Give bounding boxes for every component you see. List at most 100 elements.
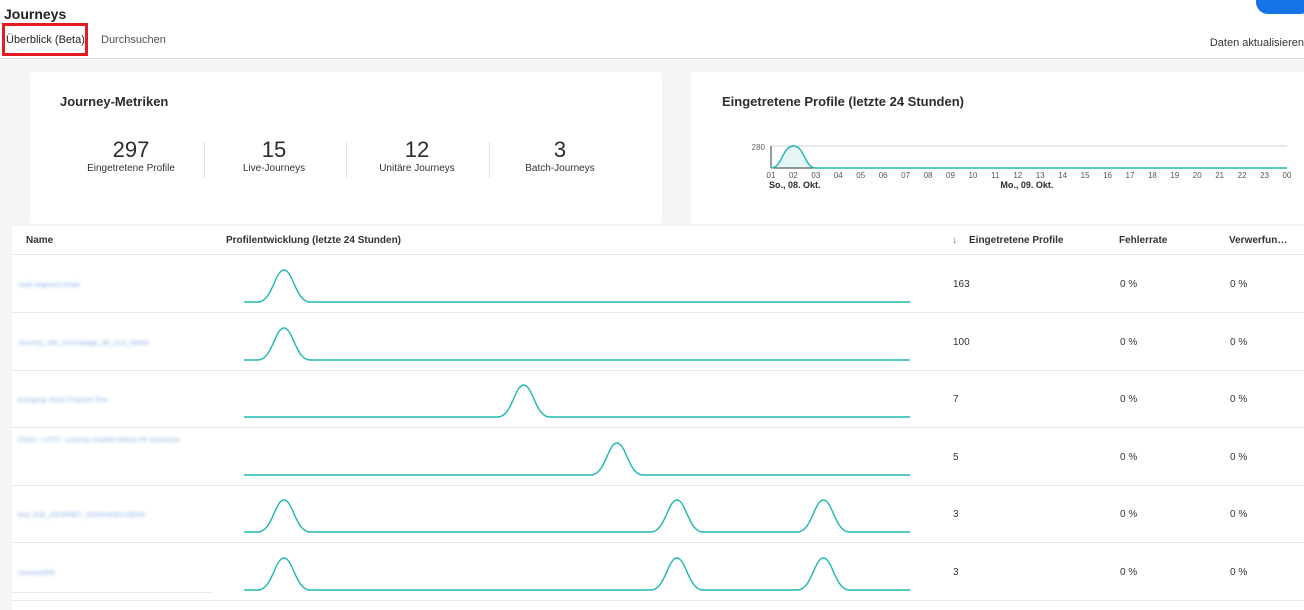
y-tick-label: 280 (752, 143, 766, 152)
error-rate-value: 0 % (1120, 566, 1138, 578)
date-label: Mo., 09. Okt. (1000, 180, 1053, 190)
x-tick-label: 18 (1148, 171, 1157, 180)
profile-trend-sparkline (244, 499, 910, 533)
sparkline-path (244, 269, 910, 303)
table-header: Name Profilentwicklung (letzte 24 Stunde… (12, 226, 1304, 255)
entered-profiles-chart: 280 01 02 03 04 05 06 07 08 09 10 11 12 13 14 15 16 17 18 1… (752, 143, 1291, 190)
x-tick-label: 12 (1013, 171, 1022, 180)
error-rate-value: 0 % (1120, 394, 1138, 405)
journey-name-link[interactable]: test_IGB_JOURNEY_NONHANDLEBAN (18, 509, 208, 523)
x-tick-label: 05 (856, 171, 865, 180)
table-row[interactable]: test_IGB_JOURNEY_NONHANDLEBAN 3 0 % 0 % (12, 485, 1304, 543)
column-header-discard-rate[interactable]: Verwerfun… (1229, 235, 1287, 246)
discard-rate-value: 0 % (1230, 566, 1248, 578)
metric-batch-journeys: 3 Batch-Journeys (489, 138, 631, 175)
journey-name-link[interactable]: Journey006 (18, 567, 208, 581)
column-header-entered-profiles[interactable]: Eingetretene Profile (969, 235, 1063, 246)
metric-label: Eingetretene Profile (87, 163, 175, 174)
journey-metrics-card: Journey-Metriken 297 Eingetretene Profil… (30, 72, 662, 224)
entered-profiles-value: 3 (953, 566, 959, 578)
journey-name-link[interactable]: DiDev - UTPJ - journey created before PF… (18, 434, 208, 448)
x-tick-label: 09 (946, 171, 955, 180)
sparkline-path (244, 441, 910, 476)
x-tick-label: 07 (901, 171, 910, 180)
discard-rate-value: 0 % (1230, 336, 1248, 348)
divider (0, 58, 1304, 59)
x-tick-label: 23 (1260, 171, 1269, 180)
sort-descending-icon[interactable]: ↓ (952, 235, 957, 246)
table-row[interactable]: read segment email 163 0 % 0 % (12, 255, 1304, 313)
metric-entered-profiles: 297 Eingetretene Profile (60, 138, 202, 175)
profile-trend-sparkline (244, 326, 910, 361)
error-rate-value: 0 % (1120, 336, 1138, 348)
table-row[interactable]: DiDev - UTPJ - journey created before PF… (12, 428, 1304, 486)
x-tick-label: 16 (1103, 171, 1112, 180)
divider (12, 592, 212, 593)
profile-trend-sparkline (244, 269, 910, 303)
x-tick-label: 04 (834, 171, 843, 180)
x-tick-label: 02 (789, 171, 798, 180)
top-bar: Journeys Überblick (Beta) Durchsuchen Da… (0, 0, 1304, 60)
metric-label: Live-Journeys (242, 163, 306, 174)
page-title: Journeys (4, 6, 67, 22)
x-tick-label: 15 (1081, 171, 1090, 180)
card-title: Journey-Metriken (60, 94, 169, 109)
x-tick-label: 11 (991, 171, 1000, 180)
entered-profiles-value: 100 (953, 336, 970, 348)
x-tick-label: 14 (1058, 171, 1067, 180)
x-tick-label: 08 (924, 171, 933, 180)
x-tick-label: 20 (1193, 171, 1202, 180)
profile-trend-sparkline (244, 556, 910, 591)
entered-profiles-value: 5 (953, 451, 959, 463)
x-tick-label: 19 (1170, 171, 1179, 180)
column-header-name[interactable]: Name (26, 235, 53, 246)
journey-name-link[interactable]: read segment email (18, 279, 208, 293)
column-header-error-rate[interactable]: Fehlerrate (1119, 235, 1167, 246)
journey-name-link[interactable]: Journey_site_microspage_db_cust_delete (18, 337, 208, 351)
profile-trend-sparkline (244, 441, 910, 476)
x-tick-label: 17 (1126, 171, 1135, 180)
sparkline-path (244, 556, 910, 591)
metric-unitary-journeys: 12 Unitäre Journeys (346, 138, 488, 175)
error-rate-value: 0 % (1120, 451, 1138, 463)
sparkline-path (244, 384, 910, 418)
column-header-trend: Profilentwicklung (letzte 24 Stunden) (226, 235, 402, 246)
date-label: So., 08. Okt. (769, 180, 821, 190)
primary-action-button[interactable] (1256, 0, 1304, 14)
x-tick-label: 06 (879, 171, 888, 180)
card-title: Eingetretene Profile (letzte 24 Stunden) (722, 94, 964, 109)
x-tick-label: 03 (811, 171, 820, 180)
journeys-table: Name Profilentwicklung (letzte 24 Stunde… (12, 226, 1304, 610)
metric-value: 297 (112, 137, 150, 162)
discard-rate-value: 0 % (1230, 451, 1248, 463)
metric-label: Batch-Journeys (525, 163, 595, 174)
table-row[interactable]: escaping: Multi Channel Test 7 0 % 0 % (12, 370, 1304, 428)
sparkline-path (244, 499, 910, 533)
discard-rate-value: 0 % (1230, 279, 1248, 290)
x-tick-label: 01 (767, 171, 776, 180)
entered-profiles-value: 163 (953, 279, 970, 290)
sparkline-path (244, 326, 910, 361)
discard-rate-value: 0 % (1230, 509, 1248, 520)
refresh-data-button[interactable]: Daten aktualisieren (1210, 37, 1304, 49)
x-tick-label: 10 (968, 171, 977, 180)
area-fill (771, 146, 1287, 168)
error-rate-value: 0 % (1120, 279, 1138, 290)
tab-browse[interactable]: Durchsuchen (101, 34, 166, 46)
profile-trend-sparkline (244, 384, 910, 418)
tab-overview-highlight (2, 23, 88, 56)
journey-name-link[interactable]: escaping: Multi Channel Test (18, 394, 208, 408)
entered-profiles-card: Eingetretene Profile (letzte 24 Stunden)… (691, 72, 1304, 224)
metric-value: 12 (404, 137, 430, 162)
metric-value: 15 (261, 137, 287, 162)
error-rate-value: 0 % (1120, 509, 1138, 520)
x-tick-label: 13 (1036, 171, 1045, 180)
metric-live-journeys: 15 Live-Journeys (203, 138, 345, 175)
table-row[interactable]: Journey_site_microspage_db_cust_delete 10… (12, 313, 1304, 371)
x-tick-label: 22 (1238, 171, 1247, 180)
discard-rate-value: 0 % (1230, 394, 1248, 405)
series-line (770, 145, 1287, 169)
entered-profiles-value: 3 (953, 509, 959, 520)
x-tick-label: 00 (1283, 171, 1291, 180)
metric-label: Unitäre Journeys (379, 163, 455, 174)
